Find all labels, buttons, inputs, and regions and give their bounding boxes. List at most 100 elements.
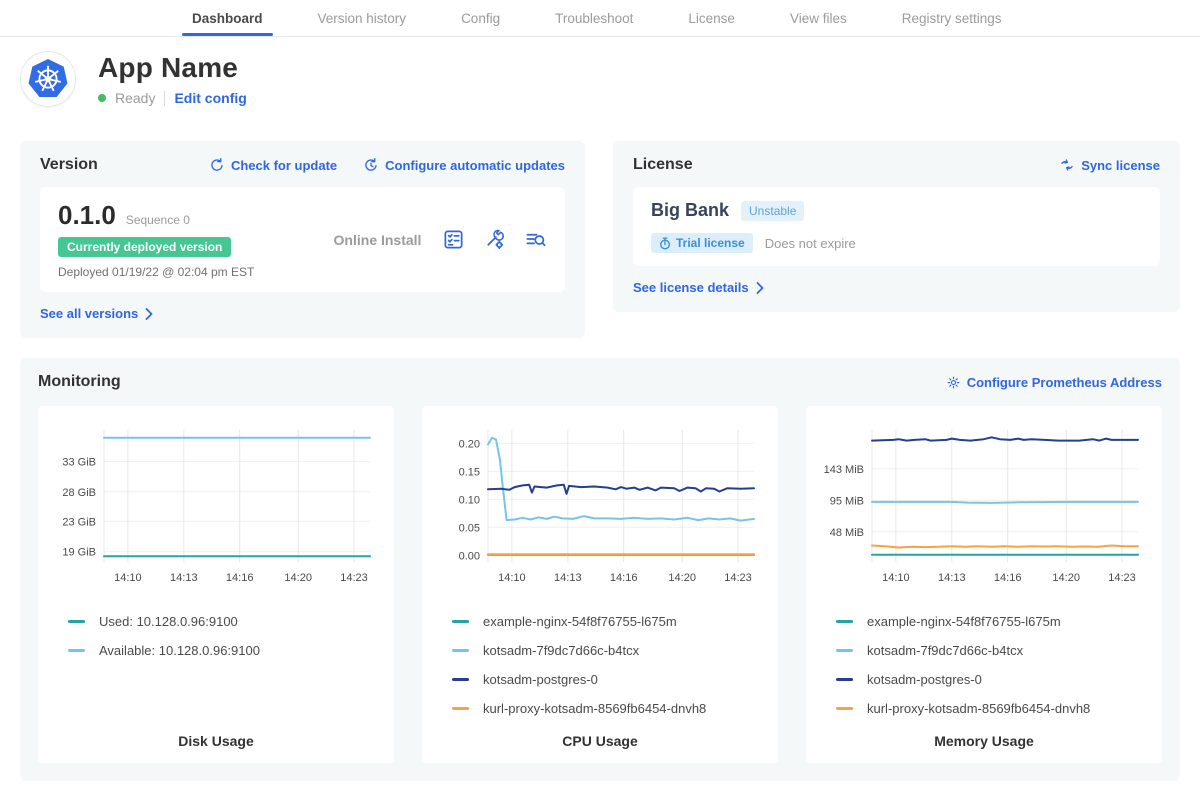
svg-text:14:13: 14:13 xyxy=(170,572,198,584)
view-deploy-logs-button[interactable] xyxy=(524,228,547,251)
svg-text:48 MiB: 48 MiB xyxy=(830,527,864,539)
svg-text:14:23: 14:23 xyxy=(724,572,752,584)
version-sequence: Sequence 0 xyxy=(126,213,190,227)
memory-usage-chart-card: 48 MiB 95 MiB 143 MiB 14:10 14:13 14:16 14:20 1… xyxy=(806,406,1162,763)
app-logo xyxy=(20,51,76,107)
svg-text:14:16: 14:16 xyxy=(994,572,1022,584)
memory-usage-chart: 48 MiB 95 MiB 143 MiB 14:10 14:13 14:16 14:20 1… xyxy=(814,418,1154,595)
legend-swatch xyxy=(452,678,469,681)
version-card-title: Version xyxy=(40,156,98,174)
install-type-label: Online Install xyxy=(313,232,442,248)
edit-config-gear-button[interactable] xyxy=(483,228,506,251)
tab-license[interactable]: License xyxy=(688,0,735,36)
dashboard-main: Version Check for update xyxy=(0,141,1200,793)
monitoring-title: Monitoring xyxy=(38,373,121,391)
legend-label: example-nginx-54f8f76755-l675m xyxy=(483,614,677,629)
check-for-update-button[interactable]: Check for update xyxy=(209,157,337,173)
ready-status-dot xyxy=(98,94,106,102)
disk-usage-chart-card: 19 GiB23 GiB28 GiB33 GiB14:1014:1314:161… xyxy=(38,406,394,763)
tab-troubleshoot[interactable]: Troubleshoot xyxy=(555,0,633,36)
legend-label: Used: 10.128.0.96:9100 xyxy=(99,614,238,629)
tab-registry-settings[interactable]: Registry settings xyxy=(902,0,1002,36)
deployed-status-badge: Currently deployed version xyxy=(58,237,231,257)
legend-swatch xyxy=(836,620,853,623)
svg-text:14:13: 14:13 xyxy=(938,572,966,584)
configure-automatic-updates-button[interactable]: Configure automatic updates xyxy=(363,157,565,173)
legend-item: kurl-proxy-kotsadm-8569fb6454-dnvh8 xyxy=(452,694,770,723)
tab-view-files[interactable]: View files xyxy=(790,0,847,36)
svg-text:28 GiB: 28 GiB xyxy=(62,487,96,499)
cpu-usage-chart-title: CPU Usage xyxy=(430,723,770,753)
legend-item: kotsadm-postgres-0 xyxy=(836,665,1154,694)
legend-item: example-nginx-54f8f76755-l675m xyxy=(836,607,1154,636)
legend-swatch xyxy=(68,620,85,623)
wrench-gear-icon xyxy=(483,228,506,251)
kubernetes-icon xyxy=(28,59,68,99)
svg-text:0.00: 0.00 xyxy=(459,550,480,562)
sync-license-label: Sync license xyxy=(1081,158,1160,173)
configure-prometheus-button[interactable]: Configure Prometheus Address xyxy=(946,375,1162,390)
legend-item: Used: 10.128.0.96:9100 xyxy=(68,607,386,636)
svg-text:14:16: 14:16 xyxy=(226,572,254,584)
tab-dashboard[interactable]: Dashboard xyxy=(192,0,263,36)
svg-text:95 MiB: 95 MiB xyxy=(830,495,864,507)
legend-label: kotsadm-7f9dc7d66c-b4tcx xyxy=(483,643,639,658)
license-panel: Big Bank Unstable Trial license xyxy=(633,187,1160,266)
edit-config-link[interactable]: Edit config xyxy=(174,90,246,106)
sync-license-button[interactable]: Sync license xyxy=(1059,157,1160,173)
legend-label: kotsadm-postgres-0 xyxy=(483,672,598,687)
sync-arrows-icon xyxy=(1059,157,1075,173)
deployed-timestamp: Deployed 01/19/22 @ 02:04 pm EST xyxy=(58,265,313,279)
checklist-icon xyxy=(442,228,465,251)
svg-text:14:20: 14:20 xyxy=(668,572,696,584)
svg-text:14:23: 14:23 xyxy=(1108,572,1136,584)
legend-label: kurl-proxy-kotsadm-8569fb6454-dnvh8 xyxy=(867,701,1090,716)
svg-text:14:20: 14:20 xyxy=(1052,572,1080,584)
chart-canvas: 19 GiB23 GiB28 GiB33 GiB14:1014:1314:161… xyxy=(46,418,378,590)
legend-swatch xyxy=(836,707,853,710)
disk-usage-legend: Used: 10.128.0.96:9100 Available: 10.128.… xyxy=(46,607,386,665)
svg-text:14:10: 14:10 xyxy=(498,572,526,584)
preflight-checks-button[interactable] xyxy=(442,228,465,251)
legend-item: kotsadm-postgres-0 xyxy=(452,665,770,694)
see-all-versions-label: See all versions xyxy=(40,306,138,321)
license-type-badge: Trial license xyxy=(651,233,753,253)
see-license-details-link[interactable]: See license details xyxy=(633,280,764,295)
legend-item: kotsadm-7f9dc7d66c-b4tcx xyxy=(452,636,770,665)
memory-usage-legend: example-nginx-54f8f76755-l675m kotsadm-7f… xyxy=(814,607,1154,723)
legend-item: kurl-proxy-kotsadm-8569fb6454-dnvh8 xyxy=(836,694,1154,723)
tab-version-history[interactable]: Version history xyxy=(318,0,407,36)
svg-text:14:10: 14:10 xyxy=(882,572,910,584)
app-header: App Name Ready Edit config xyxy=(0,37,1200,113)
cpu-usage-chart: 0.000.050.100.150.2014:1014:1314:1614:20… xyxy=(430,418,770,595)
refresh-icon xyxy=(209,157,225,173)
legend-swatch xyxy=(836,678,853,681)
page-title: App Name xyxy=(98,52,247,84)
svg-text:143 MiB: 143 MiB xyxy=(824,464,864,476)
top-nav: Dashboard Version history Config Troublesho… xyxy=(0,0,1200,37)
chart-canvas: 0.000.050.100.150.2014:1014:1314:1614:20… xyxy=(430,418,762,590)
svg-text:0.05: 0.05 xyxy=(459,522,480,534)
svg-text:14:13: 14:13 xyxy=(554,572,582,584)
disk-usage-chart: 19 GiB23 GiB28 GiB33 GiB14:1014:1314:161… xyxy=(46,418,386,595)
see-all-versions-link[interactable]: See all versions xyxy=(40,306,153,321)
svg-text:0.20: 0.20 xyxy=(459,438,480,450)
license-expiry: Does not expire xyxy=(765,236,856,251)
scheduled-update-icon xyxy=(363,157,379,173)
legend-label: kotsadm-postgres-0 xyxy=(867,672,982,687)
chevron-right-icon xyxy=(145,308,153,320)
legend-swatch xyxy=(452,649,469,652)
legend-label: Available: 10.128.0.96:9100 xyxy=(99,643,260,658)
tab-config[interactable]: Config xyxy=(461,0,500,36)
stopwatch-icon xyxy=(659,237,671,250)
svg-text:23 GiB: 23 GiB xyxy=(62,516,96,528)
legend-swatch xyxy=(452,620,469,623)
svg-text:14:20: 14:20 xyxy=(284,572,312,584)
license-customer-name: Big Bank xyxy=(651,200,729,221)
legend-swatch xyxy=(836,649,853,652)
gear-icon xyxy=(946,375,961,390)
app-status: Ready xyxy=(115,90,155,106)
memory-usage-chart-title: Memory Usage xyxy=(814,723,1154,753)
legend-label: kotsadm-7f9dc7d66c-b4tcx xyxy=(867,643,1023,658)
kots-dashboard-page: Dashboard Version history Config Troublesho… xyxy=(0,0,1200,793)
